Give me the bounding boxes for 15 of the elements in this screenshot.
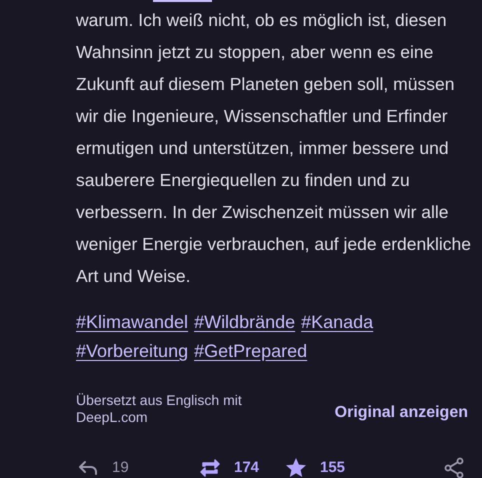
highlight-strip: [153, 0, 212, 2]
hashtag-link[interactable]: #Klimawandel: [76, 308, 188, 337]
hashtag-link[interactable]: #GetPrepared: [194, 337, 308, 366]
hashtag-link[interactable]: #Vorbereitung: [76, 337, 188, 366]
reply-button[interactable]: 19: [76, 456, 196, 478]
star-icon: [284, 456, 308, 478]
hashtag-link[interactable]: #Kanada: [301, 308, 374, 337]
share-button[interactable]: [442, 456, 466, 478]
translation-note: Übersetzt aus Englisch mit DeepL.com: [76, 392, 243, 426]
show-original-link[interactable]: Original anzeigen: [334, 401, 468, 425]
hashtag-link[interactable]: #Wildbrände: [194, 308, 296, 337]
favourite-button[interactable]: 155: [284, 456, 364, 478]
share-icon: [442, 456, 466, 478]
boost-button[interactable]: 174: [198, 456, 284, 478]
post-text: warum. Ich weiß nicht, ob es möglich ist, diesen Wahnsinn jetzt zu stoppen, aber wenn es eine Zukunft auf diesem Planeten geben soll, müssen wir die Ingenieure, Wissenschaftler und Erfinder ermutigen und unterstützen, immer bessere und sauberere Energiequellen zu finden und zu verbessern. In der Zwischenzeit müssen wir alle weniger Energie verbrauchen, auf jede erdenkliche Art und Weise.: [76, 9, 472, 288]
